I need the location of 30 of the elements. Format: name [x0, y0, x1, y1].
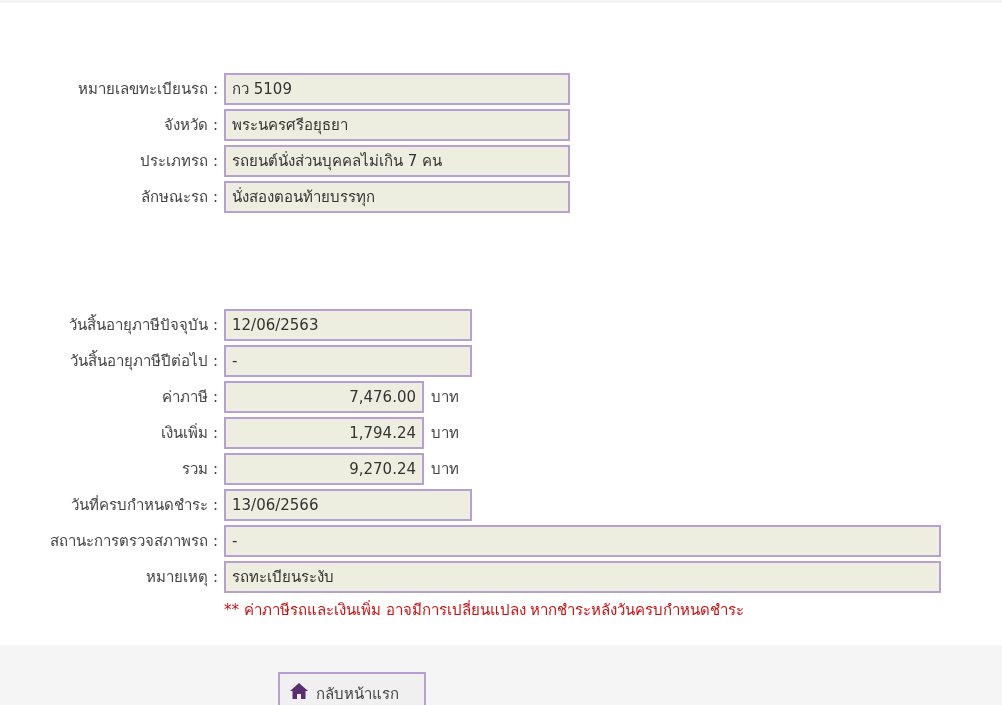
value-field: รถยนต์นั่งส่วนบุคคลไม่เกิน 7 คน: [224, 145, 570, 177]
field-label: ค่าภาษี :: [161, 387, 219, 408]
warning-note: ** ค่าภาษีรถและเงินเพิ่ม อาจมีการเปลี่ยนแปลง หากชำระหลังวันครบกำหนดชำระ: [224, 599, 745, 621]
field-label: วันสิ้นอายุภาษีปีต่อไป :: [69, 349, 219, 373]
value-field: รถทะเบียนระงับ: [224, 561, 941, 593]
value-field: กว 5109: [224, 73, 570, 105]
field-label: หมายเหตุ :: [145, 567, 219, 589]
field-label: ประเภทรถ :: [139, 151, 219, 172]
value-field: 7,476.00: [224, 381, 424, 413]
field-label: ลักษณะรถ :: [140, 187, 219, 208]
currency-unit: บาท: [431, 387, 459, 408]
home-button[interactable]: กลับหน้าแรก: [278, 672, 426, 705]
value-field: 1,794.24: [224, 417, 424, 449]
field-label: หมายเลขทะเบียนรถ :: [77, 79, 219, 100]
field-label: รวม :: [181, 459, 219, 480]
value-field: 9,270.24: [224, 453, 424, 485]
value-field: 12/06/2563: [224, 309, 472, 341]
field-label: วันที่ครบกำหนดชำระ :: [70, 494, 219, 516]
field-label: วันสิ้นอายุภาษีปัจจุบัน :: [68, 313, 219, 337]
currency-unit: บาท: [431, 423, 459, 444]
value-field: นั่งสองตอนท้ายบรรทุก: [224, 181, 570, 213]
home-icon: [290, 683, 308, 699]
field-label: จังหวัด :: [163, 115, 219, 136]
value-field: พระนครศรีอยุธยา: [224, 109, 570, 141]
value-field: -: [224, 525, 941, 557]
currency-unit: บาท: [431, 459, 459, 480]
value-field: -: [224, 345, 472, 377]
value-field: 13/06/2566: [224, 489, 472, 521]
field-label: เงินเพิ่ม :: [160, 422, 219, 444]
field-label: สถานะการตรวจสภาพรถ :: [49, 531, 219, 552]
